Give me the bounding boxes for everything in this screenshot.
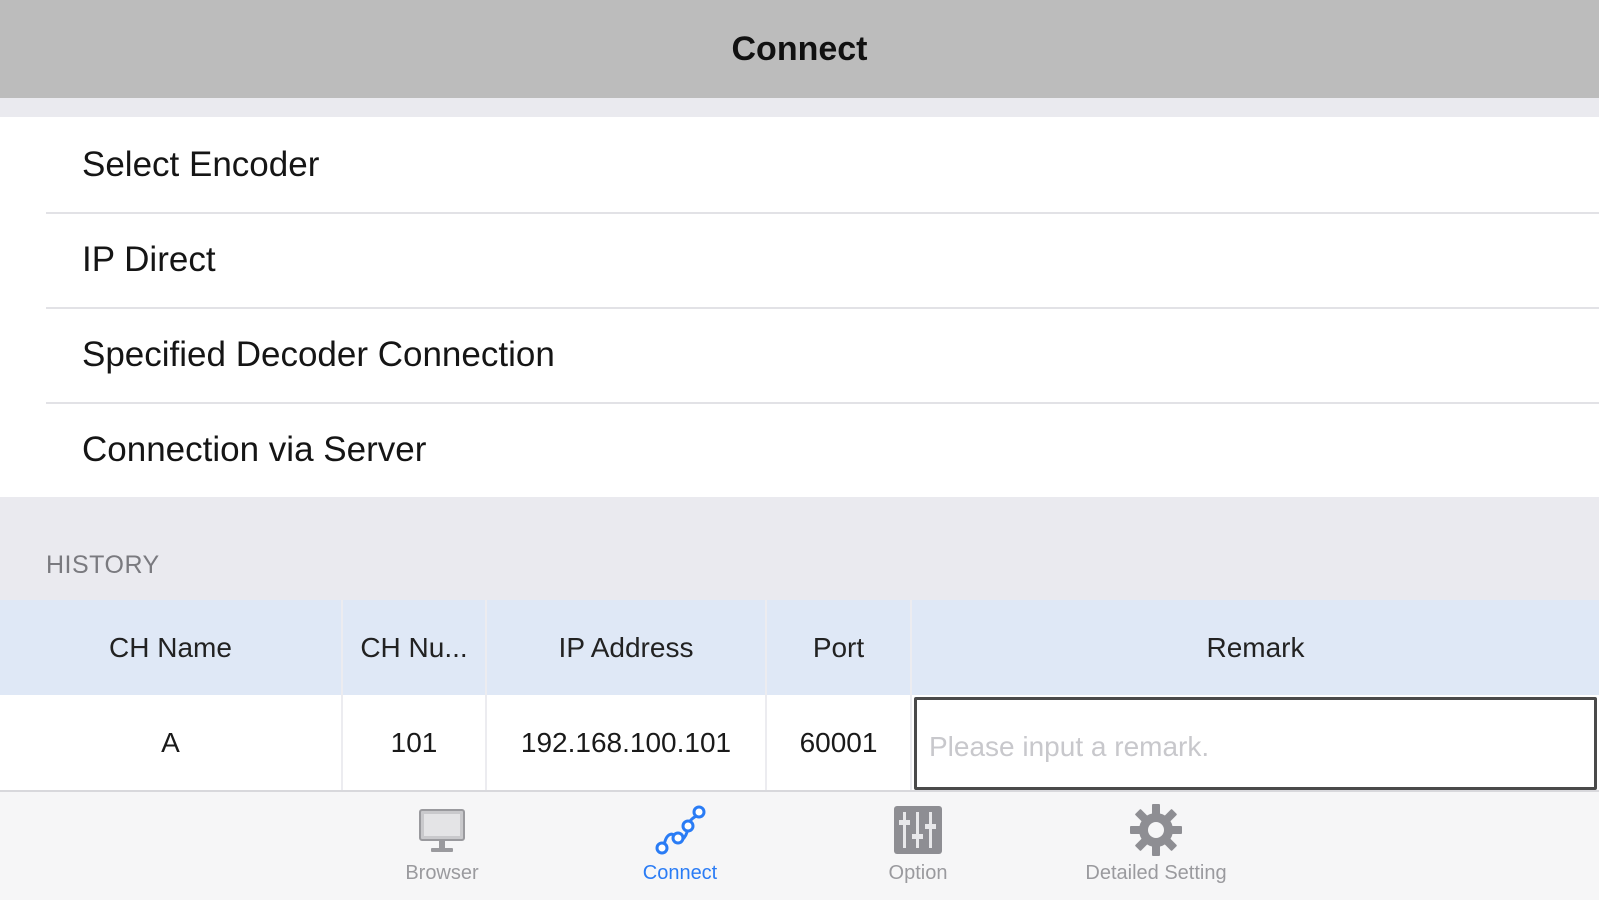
column-header-port: Port	[767, 600, 912, 695]
menu-item-label: Select Encoder	[82, 144, 320, 184]
sliders-icon	[894, 806, 942, 854]
connect-screen: Connect Select Encoder IP Direct Specifi…	[0, 0, 1599, 900]
gear-icon	[1130, 804, 1182, 856]
tab-label: Connect	[642, 862, 718, 884]
page-title: Connect	[731, 29, 868, 68]
tab-browser[interactable]: Browser	[342, 792, 542, 900]
history-section-header: HISTORY	[46, 551, 160, 579]
menu-item-specified-decoder-connection[interactable]: Specified Decoder Connection	[0, 307, 1599, 402]
column-header-remark: Remark	[1206, 631, 1305, 663]
menu-item-connection-via-server[interactable]: Connection via Server	[0, 402, 1599, 497]
cell-ip-address: 192.168.100.101	[487, 695, 767, 790]
menu-item-label: Specified Decoder Connection	[82, 334, 555, 374]
column-header-ch-number: CH Nu...	[343, 600, 487, 695]
history-table: CH Name CH Nu... IP Address Port Remark …	[0, 600, 1599, 790]
monitor-icon	[419, 809, 465, 852]
cell-port: 60001	[767, 695, 912, 790]
tab-connect[interactable]: Connect	[580, 792, 780, 900]
tab-label: Option	[888, 862, 948, 884]
table-row[interactable]: A 101 192.168.100.101 60001	[0, 695, 1599, 790]
cell-remark	[912, 695, 1599, 790]
tab-option[interactable]: Option	[818, 792, 1018, 900]
tab-detailed-setting[interactable]: Detailed Setting	[1056, 792, 1256, 900]
menu-item-select-encoder[interactable]: Select Encoder	[0, 117, 1599, 212]
connect-icon	[655, 805, 706, 855]
tab-label: Detailed Setting	[1085, 862, 1227, 884]
navigation-bar: Connect	[0, 0, 1599, 98]
column-header-ch-name: CH Name	[0, 600, 343, 695]
cell-ch-name: A	[0, 695, 343, 790]
menu-item-ip-direct[interactable]: IP Direct	[0, 212, 1599, 307]
menu-item-label: Connection via Server	[82, 429, 427, 469]
cell-ch-number: 101	[343, 695, 487, 790]
table-header-row: CH Name CH Nu... IP Address Port Remark	[0, 600, 1599, 695]
menu-item-label: IP Direct	[82, 239, 216, 279]
tab-label: Browser	[405, 862, 479, 884]
connection-menu: Select Encoder IP Direct Specified Decod…	[0, 117, 1599, 497]
remark-input[interactable]	[914, 696, 1597, 790]
column-header-ip-address: IP Address	[487, 600, 767, 695]
tab-bar: Browser Connect Option Detailed Setting	[0, 790, 1599, 900]
